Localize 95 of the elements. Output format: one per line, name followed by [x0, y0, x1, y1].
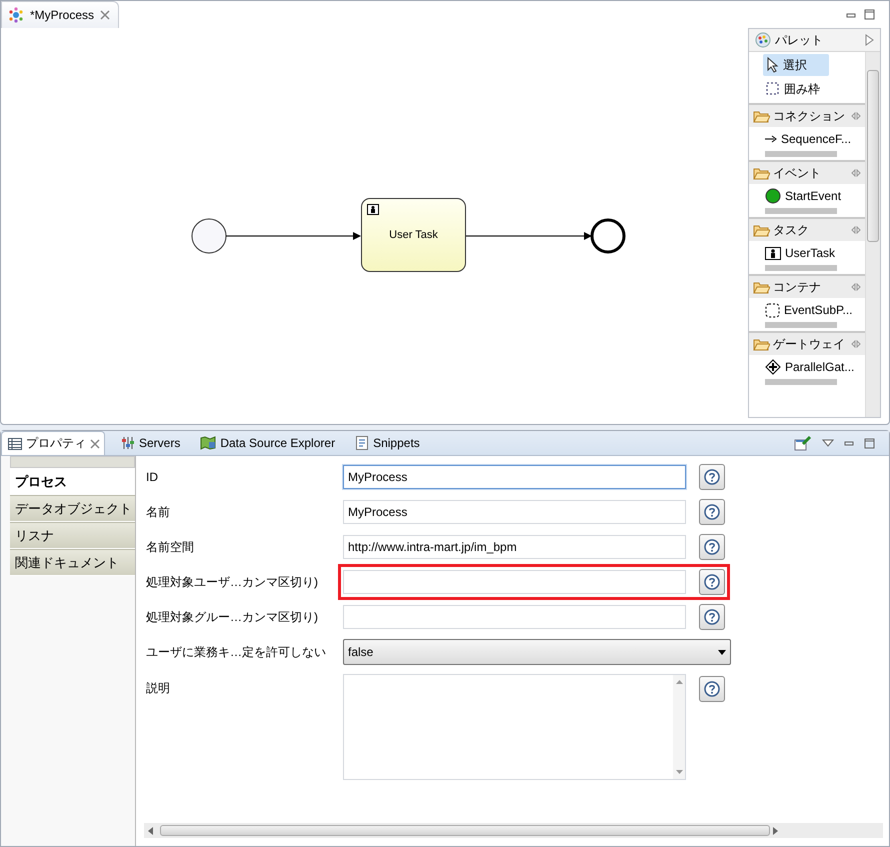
vertical-scrollbar[interactable] [865, 52, 880, 417]
view-menu-icon[interactable] [822, 439, 834, 447]
palette-drawer[interactable]: ゲートウェイ [749, 331, 865, 355]
help-button[interactable] [699, 569, 725, 595]
dashed-box-icon [765, 302, 780, 318]
hidden-palette-item [765, 265, 837, 271]
folder-icon [753, 338, 770, 350]
close-icon[interactable] [100, 10, 110, 20]
user-task-icon [367, 204, 379, 215]
section-tab[interactable]: データオブジェクト [10, 495, 135, 522]
help-button[interactable] [699, 499, 725, 525]
scroll-up-icon[interactable] [676, 680, 682, 684]
input-field[interactable] [343, 605, 686, 629]
user-task-icon [765, 246, 781, 260]
input-field[interactable] [343, 570, 686, 594]
palette-item[interactable]: StartEvent [749, 184, 865, 208]
gateway-icon [765, 359, 781, 375]
help-icon [704, 574, 720, 590]
help-icon [704, 469, 720, 485]
hidden-palette-item [765, 379, 837, 385]
pin-icon [851, 112, 861, 120]
arrow-icon [765, 135, 777, 143]
pin-icon [851, 226, 861, 234]
scroll-right-icon[interactable] [773, 826, 778, 834]
folder-icon [753, 280, 770, 294]
palette-title: パレット [775, 32, 823, 48]
section-tab[interactable]: プロセス [10, 468, 135, 495]
folder-icon [753, 110, 770, 122]
palette-item[interactable]: ParallelGat... [749, 355, 865, 379]
scroll-down-icon[interactable] [676, 770, 682, 774]
help-button[interactable] [699, 604, 725, 630]
sliders-icon [121, 436, 135, 450]
view-tab[interactable]: Snippets [349, 432, 424, 454]
section-tab[interactable]: リスナ [10, 522, 135, 549]
palette-item[interactable]: EventSubP... [749, 298, 865, 322]
maximize-icon[interactable] [864, 438, 875, 448]
help-icon [704, 681, 720, 697]
pin-editor-icon[interactable] [794, 435, 812, 451]
palette-drawer[interactable]: コンテナ [749, 274, 865, 298]
vertical-scrollbar[interactable] [673, 675, 685, 779]
field-label: ID [146, 470, 159, 484]
pin-icon [851, 169, 861, 177]
help-icon [704, 539, 720, 555]
close-icon[interactable] [90, 438, 100, 448]
field-label: 処理対象ユーザ…カンマ区切り) [146, 574, 319, 590]
field-label: 名前空間 [146, 538, 195, 556]
editor-tab[interactable]: *MyProcess [1, 1, 120, 28]
document-icon [355, 436, 370, 450]
folder-icon [753, 224, 770, 236]
pin-icon [851, 283, 861, 291]
palette-item[interactable]: SequenceF... [749, 127, 865, 151]
input-field[interactable]: MyProcess [343, 465, 686, 489]
palette-icon [755, 32, 771, 48]
hidden-palette-item [765, 208, 837, 214]
palette-item[interactable]: UserTask [749, 241, 865, 265]
field-label: ユーザに業務キ…定を許可しない [146, 644, 327, 660]
view-tab[interactable]: Data Source Explorer [194, 432, 340, 454]
help-button[interactable] [699, 676, 725, 702]
maximize-icon[interactable] [864, 9, 875, 20]
end-event-node [590, 218, 626, 254]
palette-drawer[interactable]: イベント [749, 160, 865, 184]
circle-icon [765, 188, 781, 204]
horizontal-scrollbar[interactable] [144, 823, 883, 838]
view-tab[interactable]: プロパティ [1, 431, 105, 455]
dropdown[interactable]: false [343, 639, 731, 665]
palette-tool[interactable]: 選択 [763, 54, 829, 76]
hidden-palette-item [765, 322, 837, 328]
input-field[interactable]: MyProcess [343, 500, 686, 524]
field-label: 説明 [146, 680, 171, 697]
collapse-icon[interactable] [865, 34, 874, 46]
map-icon [200, 436, 216, 450]
help-icon [704, 504, 720, 520]
help-button[interactable] [699, 534, 725, 560]
section-tab[interactable]: 関連ドキュメント [10, 549, 135, 576]
folder-icon [753, 166, 770, 180]
pin-icon [851, 340, 861, 348]
view-tab[interactable]: Servers [115, 432, 184, 454]
palette-tool[interactable]: 囲み枠 [763, 78, 829, 100]
help-button[interactable] [699, 464, 725, 490]
process-icon [8, 7, 24, 23]
palette-drawer[interactable]: タスク [749, 217, 865, 241]
start-event-node [192, 218, 226, 254]
field-label: 処理対象グルー…カンマ区切り) [146, 608, 319, 626]
help-icon [704, 609, 720, 625]
caret-icon [718, 650, 726, 654]
field-label: 名前 [146, 504, 171, 520]
input-field[interactable]: http://www.intra-mart.jp/im_bpm [343, 535, 686, 559]
hidden-palette-item [765, 151, 837, 157]
scroll-left-icon[interactable] [148, 826, 153, 834]
table-icon [8, 438, 22, 450]
pointer-icon [766, 57, 779, 73]
task-label: User Task [389, 229, 438, 241]
palette-drawer[interactable]: コネクション [749, 103, 865, 127]
editor-tab-title: *MyProcess [30, 8, 94, 22]
marquee-icon [766, 82, 780, 96]
